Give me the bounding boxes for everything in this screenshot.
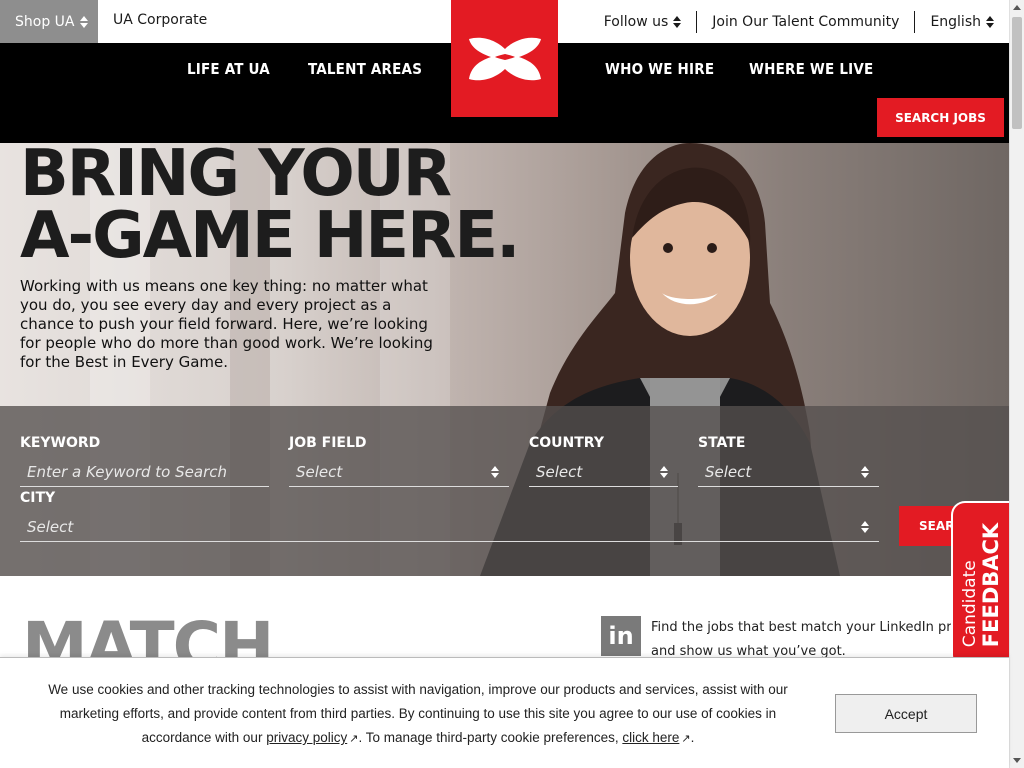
cookie-message: We use cookies and other tracking techno… <box>40 678 796 751</box>
sort-updown-icon <box>491 466 499 478</box>
job-field-value: Select <box>296 462 343 481</box>
candidate-feedback-tab[interactable]: Candidate FEEDBACK <box>951 501 1009 669</box>
follow-us-label: Follow us <box>603 13 669 30</box>
ua-logo-icon <box>468 37 541 80</box>
shop-ua-label: Shop UA <box>15 13 75 30</box>
job-search-panel: KEYWORD Enter a Keyword to Search JOB FI… <box>0 406 1009 576</box>
city-select[interactable]: Select <box>20 512 879 542</box>
sort-updown-icon <box>673 15 682 28</box>
hero-title-line2: A-GAME HERE. <box>20 199 520 273</box>
privacy-policy-label: privacy policy <box>266 730 348 745</box>
shop-ua-dropdown[interactable]: Shop UA <box>0 0 98 43</box>
brand-logo[interactable] <box>451 0 558 117</box>
sort-updown-icon <box>660 466 668 478</box>
state-select[interactable]: Select <box>698 457 879 487</box>
feedback-tab-text: Candidate FEEDBACK <box>960 522 1003 648</box>
hero-section: BRING YOUR A-GAME HERE. Working with us … <box>0 143 1009 576</box>
city-label: CITY <box>20 490 56 506</box>
city-value: Select <box>27 517 74 536</box>
external-link-icon: ↗ <box>681 733 691 745</box>
scrollbar-thumb[interactable] <box>1012 17 1022 129</box>
scroll-down-arrow-icon[interactable] <box>1013 758 1021 763</box>
sort-updown-icon <box>986 15 994 28</box>
language-label: English <box>930 13 981 30</box>
country-value: Select <box>536 462 583 481</box>
job-field-select[interactable]: Select <box>289 457 509 487</box>
feedback-line2: FEEDBACK <box>979 522 1003 648</box>
keyword-label: KEYWORD <box>20 435 101 451</box>
language-dropdown[interactable]: English <box>915 14 994 30</box>
hero-title: BRING YOUR A-GAME HERE. <box>20 143 520 273</box>
privacy-policy-link[interactable]: privacy policy ↗ <box>266 730 358 745</box>
feedback-line1: Candidate <box>960 560 980 648</box>
state-value: Select <box>705 462 752 481</box>
cookie-banner: We use cookies and other tracking techno… <box>0 657 1009 768</box>
click-here-link[interactable]: click here ↗ <box>622 730 690 745</box>
sort-updown-icon <box>861 466 869 478</box>
nav-talent-areas[interactable]: TALENT AREAS <box>308 60 422 78</box>
page-scrollbar[interactable] <box>1009 0 1024 768</box>
hero-body-text: Working with us means one key thing: no … <box>20 277 433 371</box>
country-label: COUNTRY <box>529 435 604 451</box>
ua-corporate-link[interactable]: UA Corporate <box>113 12 207 28</box>
nav-where-we-live[interactable]: WHERE WE LIVE <box>749 60 873 78</box>
accept-cookies-button[interactable]: Accept <box>835 694 977 733</box>
sort-updown-icon <box>79 15 88 28</box>
country-select[interactable]: Select <box>529 457 678 487</box>
keyword-placeholder: Enter a Keyword to Search <box>27 462 227 481</box>
cookie-text-middle: . To manage third-party cookie preferenc… <box>358 730 623 745</box>
talent-community-link[interactable]: Join Our Talent Community <box>697 14 914 30</box>
search-jobs-button[interactable]: SEARCH JOBS <box>877 98 1004 137</box>
linkedin-icon[interactable]: in <box>601 616 641 656</box>
sort-updown-icon <box>861 521 869 533</box>
cookie-text-after: . <box>690 730 695 745</box>
hero-title-line1: BRING YOUR <box>20 143 452 211</box>
click-here-label: click here <box>622 730 680 745</box>
scroll-up-arrow-icon[interactable] <box>1013 5 1021 10</box>
job-field-label: JOB FIELD <box>289 435 367 451</box>
nav-life-at-ua[interactable]: LIFE AT UA <box>187 60 270 78</box>
linkedin-line1: Find the jobs that best match your Linke… <box>651 620 951 635</box>
follow-us-dropdown[interactable]: Follow us <box>589 14 697 30</box>
utility-right-group: Follow us Join Our Talent Community Engl… <box>589 0 994 43</box>
state-label: STATE <box>698 435 746 451</box>
keyword-input[interactable]: Enter a Keyword to Search <box>20 457 269 487</box>
nav-who-we-hire[interactable]: WHO WE HIRE <box>605 60 714 78</box>
